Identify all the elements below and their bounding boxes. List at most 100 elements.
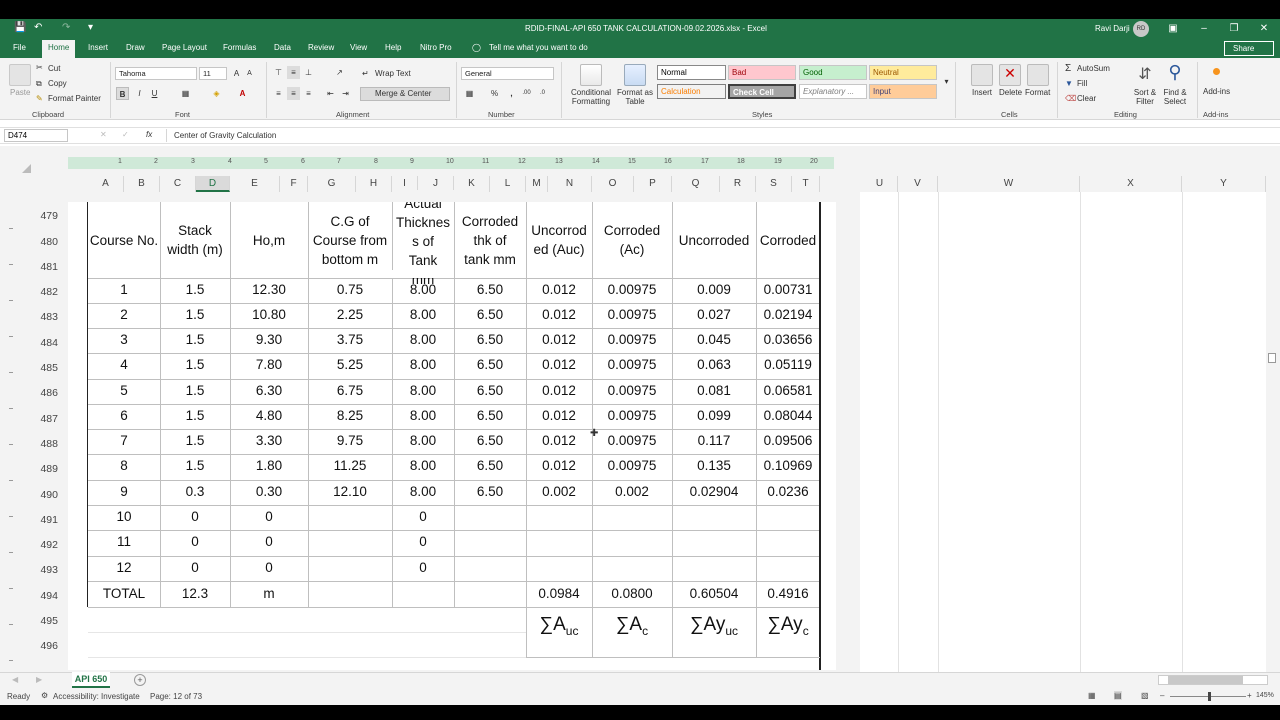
sort-filter-button[interactable]: Sort & Filter: [1128, 88, 1162, 106]
accounting-icon[interactable]: ▦: [463, 87, 476, 100]
column-header-l[interactable]: L: [490, 176, 526, 192]
save-icon[interactable]: 💾: [14, 22, 26, 33]
undo-icon[interactable]: ↶: [34, 22, 42, 33]
column-header-h[interactable]: H: [356, 176, 392, 192]
row-header-493[interactable]: 493: [22, 564, 62, 576]
row-header-490[interactable]: 490: [22, 489, 62, 501]
column-header-x[interactable]: X: [1080, 176, 1182, 192]
merge-center-button[interactable]: Merge & Center: [375, 89, 431, 98]
row-header-492[interactable]: 492: [22, 539, 62, 551]
accessibility-status[interactable]: Accessibility: Investigate: [53, 692, 140, 701]
vertical-scroll-thumb[interactable]: [1268, 353, 1276, 363]
tab-page-layout[interactable]: Page Layout: [162, 43, 207, 52]
increase-decimal-icon[interactable]: .00: [520, 87, 533, 100]
addins-icon[interactable]: [1213, 68, 1220, 75]
font-size-select[interactable]: 11: [199, 67, 227, 80]
decrease-decimal-icon[interactable]: .0: [536, 87, 549, 100]
number-format-select[interactable]: General: [461, 67, 554, 80]
styles-more-icon[interactable]: ▾: [940, 75, 953, 88]
row-header-495[interactable]: 495: [22, 615, 62, 627]
column-header-w[interactable]: W: [938, 176, 1080, 192]
sort-filter-icon[interactable]: ⇵: [1134, 64, 1156, 86]
zoom-level[interactable]: 145%: [1256, 692, 1274, 699]
style-check-cell[interactable]: Check Cell: [728, 84, 796, 99]
insert-cells-icon[interactable]: [971, 64, 993, 86]
name-box[interactable]: D474: [4, 129, 68, 142]
sheet-outside-print-area[interactable]: [860, 192, 1266, 672]
tab-home[interactable]: Home: [42, 40, 76, 58]
insert-cells-button[interactable]: Insert: [972, 88, 992, 97]
find-select-icon[interactable]: ⚲: [1164, 62, 1186, 84]
prev-sheet-icon[interactable]: ◀: [12, 675, 18, 684]
font-color-icon[interactable]: A: [236, 87, 249, 100]
delete-cells-button[interactable]: Delete: [999, 88, 1022, 97]
row-header-486[interactable]: 486: [22, 387, 62, 399]
column-header-o[interactable]: O: [592, 176, 634, 192]
minimize-icon[interactable]: –: [1196, 21, 1212, 37]
column-header-q[interactable]: Q: [672, 176, 720, 192]
vertical-scrollbar[interactable]: [1266, 153, 1278, 672]
tell-me-search[interactable]: Tell me what you want to do: [489, 43, 588, 52]
tab-view[interactable]: View: [350, 43, 367, 52]
tab-insert[interactable]: Insert: [88, 43, 108, 52]
customize-qat-icon[interactable]: ▾: [88, 22, 93, 33]
column-header-a[interactable]: A: [88, 176, 124, 192]
fill-button[interactable]: Fill: [1077, 79, 1087, 88]
share-button[interactable]: Share: [1224, 41, 1274, 56]
tab-help[interactable]: Help: [385, 43, 401, 52]
align-right-icon[interactable]: ≡: [302, 87, 315, 100]
row-header-496[interactable]: 496: [22, 640, 62, 652]
column-header-n[interactable]: N: [548, 176, 592, 192]
percent-button[interactable]: %: [488, 87, 501, 100]
delete-cells-icon[interactable]: ✕: [999, 64, 1021, 86]
format-cells-icon[interactable]: [1027, 64, 1049, 86]
row-header-479[interactable]: 479: [22, 210, 62, 222]
autosum-button[interactable]: AutoSum: [1077, 64, 1110, 73]
copy-button[interactable]: Copy: [48, 79, 67, 88]
format-as-table-button[interactable]: Format as Table: [615, 88, 655, 106]
addins-button[interactable]: Add-ins: [1203, 87, 1230, 96]
confirm-entry-icon[interactable]: ✓: [122, 130, 129, 139]
select-all-corner[interactable]: [22, 164, 31, 173]
row-header-480[interactable]: 480: [22, 236, 62, 248]
maximize-icon[interactable]: ❐: [1226, 21, 1242, 37]
wrap-text-button[interactable]: Wrap Text: [375, 69, 411, 78]
style-neutral[interactable]: Neutral: [869, 65, 937, 80]
style-input[interactable]: Input: [869, 84, 937, 99]
next-sheet-icon[interactable]: ▶: [36, 675, 42, 684]
row-header-489[interactable]: 489: [22, 463, 62, 475]
increase-indent-icon[interactable]: ⇥: [339, 87, 352, 100]
tab-review[interactable]: Review: [308, 43, 334, 52]
style-explanatory[interactable]: Explanatory ...: [799, 84, 867, 99]
normal-view-icon[interactable]: ▦: [1088, 691, 1096, 700]
row-header-483[interactable]: 483: [22, 311, 62, 323]
tab-nitro-pro[interactable]: Nitro Pro: [420, 43, 452, 52]
column-header-m[interactable]: M: [526, 176, 548, 192]
page-break-view-icon[interactable]: ▧: [1141, 691, 1149, 700]
align-top-icon[interactable]: ⊤: [272, 66, 285, 79]
column-header-g[interactable]: G: [308, 176, 356, 192]
column-header-p[interactable]: P: [634, 176, 672, 192]
style-calculation[interactable]: Calculation: [657, 84, 726, 99]
sheet-tab-api-650[interactable]: API 650: [72, 672, 110, 688]
column-header-c[interactable]: C: [160, 176, 196, 192]
paste-icon[interactable]: [9, 64, 31, 86]
clear-button[interactable]: Clear: [1077, 94, 1096, 103]
add-sheet-icon[interactable]: +: [134, 674, 146, 686]
cancel-entry-icon[interactable]: ✕: [100, 130, 107, 139]
zoom-out-icon[interactable]: –: [1160, 691, 1164, 700]
tab-draw[interactable]: Draw: [126, 43, 145, 52]
align-left-icon[interactable]: ≡: [272, 87, 285, 100]
style-good[interactable]: Good: [799, 65, 867, 80]
ribbon-display-icon[interactable]: ▣: [1165, 21, 1181, 37]
row-header-487[interactable]: 487: [22, 413, 62, 425]
horizontal-scroll-thumb[interactable]: [1168, 676, 1243, 684]
column-header-r[interactable]: R: [720, 176, 756, 192]
format-painter-button[interactable]: Format Painter: [48, 94, 101, 103]
formula-input[interactable]: Center of Gravity Calculation: [174, 131, 276, 140]
column-header-b[interactable]: B: [124, 176, 160, 192]
zoom-in-icon[interactable]: +: [1247, 691, 1252, 700]
format-cells-button[interactable]: Format: [1025, 88, 1050, 97]
row-header-494[interactable]: 494: [22, 590, 62, 602]
format-as-table-icon[interactable]: [624, 64, 646, 86]
